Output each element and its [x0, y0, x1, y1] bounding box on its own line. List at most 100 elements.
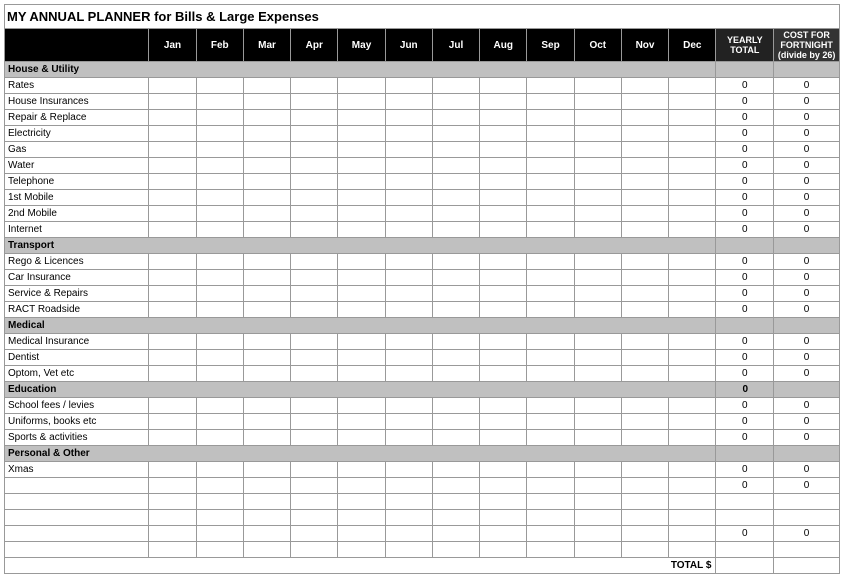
month-cell[interactable]	[385, 350, 432, 366]
month-cell[interactable]	[432, 542, 479, 558]
month-cell[interactable]	[149, 430, 196, 446]
month-cell[interactable]	[338, 414, 385, 430]
month-cell[interactable]	[621, 158, 668, 174]
month-cell[interactable]	[480, 222, 527, 238]
month-cell[interactable]	[480, 270, 527, 286]
month-cell[interactable]	[527, 430, 574, 446]
month-cell[interactable]	[574, 174, 621, 190]
month-cell[interactable]	[527, 302, 574, 318]
month-cell[interactable]	[196, 190, 243, 206]
month-cell[interactable]	[196, 78, 243, 94]
month-cell[interactable]	[669, 286, 716, 302]
month-cell[interactable]	[149, 126, 196, 142]
month-cell[interactable]	[669, 350, 716, 366]
month-cell[interactable]	[527, 94, 574, 110]
month-cell[interactable]	[574, 270, 621, 286]
month-cell[interactable]	[291, 430, 338, 446]
month-cell[interactable]	[291, 222, 338, 238]
month-cell[interactable]	[621, 542, 668, 558]
month-cell[interactable]	[432, 254, 479, 270]
month-cell[interactable]	[338, 398, 385, 414]
month-cell[interactable]	[338, 302, 385, 318]
month-cell[interactable]	[621, 478, 668, 494]
month-cell[interactable]	[621, 302, 668, 318]
month-cell[interactable]	[432, 222, 479, 238]
month-cell[interactable]	[574, 302, 621, 318]
month-cell[interactable]	[149, 270, 196, 286]
month-cell[interactable]	[196, 542, 243, 558]
month-cell[interactable]	[291, 478, 338, 494]
month-cell[interactable]	[149, 542, 196, 558]
month-cell[interactable]	[480, 478, 527, 494]
month-cell[interactable]	[574, 254, 621, 270]
month-cell[interactable]	[338, 94, 385, 110]
month-cell[interactable]	[243, 302, 290, 318]
month-cell[interactable]	[243, 494, 290, 510]
month-cell[interactable]	[480, 126, 527, 142]
month-cell[interactable]	[669, 142, 716, 158]
month-cell[interactable]	[291, 158, 338, 174]
month-cell[interactable]	[243, 366, 290, 382]
month-cell[interactable]	[338, 270, 385, 286]
month-cell[interactable]	[621, 526, 668, 542]
month-cell[interactable]	[527, 478, 574, 494]
month-cell[interactable]	[480, 542, 527, 558]
month-cell[interactable]	[480, 254, 527, 270]
month-cell[interactable]	[196, 206, 243, 222]
month-cell[interactable]	[574, 78, 621, 94]
month-cell[interactable]	[385, 110, 432, 126]
month-cell[interactable]	[385, 126, 432, 142]
month-cell[interactable]	[480, 494, 527, 510]
month-cell[interactable]	[432, 302, 479, 318]
month-cell[interactable]	[338, 542, 385, 558]
month-cell[interactable]	[480, 190, 527, 206]
month-cell[interactable]	[149, 350, 196, 366]
month-cell[interactable]	[291, 542, 338, 558]
month-cell[interactable]	[338, 366, 385, 382]
month-cell[interactable]	[291, 190, 338, 206]
month-cell[interactable]	[669, 94, 716, 110]
month-cell[interactable]	[480, 430, 527, 446]
month-cell[interactable]	[432, 206, 479, 222]
month-cell[interactable]	[480, 334, 527, 350]
month-cell[interactable]	[196, 526, 243, 542]
month-cell[interactable]	[669, 126, 716, 142]
month-cell[interactable]	[243, 334, 290, 350]
month-cell[interactable]	[574, 478, 621, 494]
month-cell[interactable]	[149, 334, 196, 350]
month-cell[interactable]	[621, 222, 668, 238]
month-cell[interactable]	[149, 302, 196, 318]
month-cell[interactable]	[669, 414, 716, 430]
month-cell[interactable]	[574, 398, 621, 414]
month-cell[interactable]	[527, 110, 574, 126]
month-cell[interactable]	[480, 286, 527, 302]
month-cell[interactable]	[338, 110, 385, 126]
month-cell[interactable]	[432, 510, 479, 526]
month-cell[interactable]	[338, 78, 385, 94]
month-cell[interactable]	[621, 398, 668, 414]
month-cell[interactable]	[669, 398, 716, 414]
month-cell[interactable]	[385, 286, 432, 302]
month-cell[interactable]	[196, 462, 243, 478]
month-cell[interactable]	[149, 174, 196, 190]
month-cell[interactable]	[527, 126, 574, 142]
month-cell[interactable]	[669, 206, 716, 222]
month-cell[interactable]	[480, 94, 527, 110]
month-cell[interactable]	[480, 158, 527, 174]
month-cell[interactable]	[338, 430, 385, 446]
month-cell[interactable]	[480, 526, 527, 542]
month-cell[interactable]	[338, 174, 385, 190]
month-cell[interactable]	[527, 286, 574, 302]
month-cell[interactable]	[669, 158, 716, 174]
month-cell[interactable]	[196, 126, 243, 142]
month-cell[interactable]	[243, 254, 290, 270]
month-cell[interactable]	[432, 286, 479, 302]
month-cell[interactable]	[527, 222, 574, 238]
month-cell[interactable]	[432, 126, 479, 142]
month-cell[interactable]	[291, 494, 338, 510]
month-cell[interactable]	[291, 398, 338, 414]
month-cell[interactable]	[480, 414, 527, 430]
month-cell[interactable]	[621, 254, 668, 270]
month-cell[interactable]	[432, 78, 479, 94]
month-cell[interactable]	[669, 494, 716, 510]
